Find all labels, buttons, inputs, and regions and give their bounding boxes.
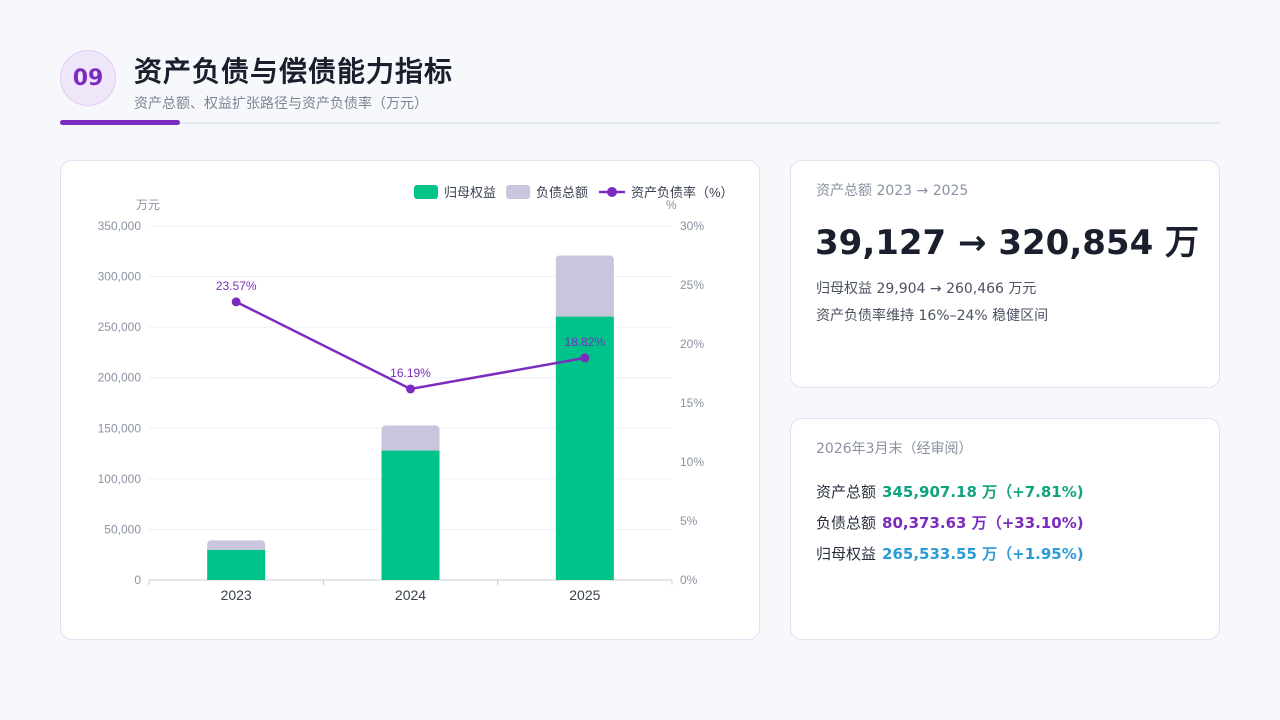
y-tick-label: 50,000 xyxy=(104,522,141,536)
detail-row-name: 归母权益 xyxy=(816,545,877,563)
bars xyxy=(207,255,614,580)
detail-row-value: 345,907.18 万（+7.81%) xyxy=(882,483,1084,501)
detail-row-name: 资产总额 xyxy=(816,483,877,501)
detail-row-assets: 资产总额 345,907.18 万（+7.81%) xyxy=(816,481,1084,502)
detail-row-name: 负债总额 xyxy=(816,514,877,532)
x-tick-label: 2025 xyxy=(569,587,600,603)
y-tick-label: 250,000 xyxy=(98,320,142,334)
y-tick-label: 200,000 xyxy=(98,371,142,385)
y-axis-title: 万元 xyxy=(136,198,160,212)
chart-card: 0 50,000 100,000 150,000 200,000 250,000 300,0… xyxy=(60,160,760,640)
detail-row-value: 80,373.63 万（+33.10%) xyxy=(882,514,1084,532)
kpi-value: 39,127 → 320,854 万 xyxy=(815,223,1200,263)
detail-row-liabilities: 负债总额 80,373.63 万（+33.10%) xyxy=(816,512,1084,533)
legend-swatch-liabilities xyxy=(506,185,530,199)
y2-tick-label: 5% xyxy=(680,514,698,528)
ratio-point xyxy=(580,353,590,363)
x-tick-label: 2023 xyxy=(221,587,252,603)
ratio-data-label: 18.82% xyxy=(564,335,605,349)
page-subtitle: 资产总额、权益扩张路径与资产负债率（万元） xyxy=(134,96,428,112)
y2-tick-label: 30% xyxy=(680,219,704,233)
kpi-label: 资产总额 2023 → 2025 xyxy=(816,183,969,199)
audited-summary-card: 2026年3月末（经审阅） 资产总额 345,907.18 万（+7.81%) 负… xyxy=(790,418,1220,640)
y2-tick-label: 20% xyxy=(680,337,704,351)
y2-tick-label: 15% xyxy=(680,396,704,410)
ratio-line: 23.57% 16.19% 18.82% xyxy=(216,279,606,394)
legend-swatch-equity xyxy=(414,185,438,199)
y-tick-label: 150,000 xyxy=(98,421,142,435)
header-divider xyxy=(60,122,1220,124)
y2-tick-label: 25% xyxy=(680,278,704,292)
ratio-point xyxy=(231,297,241,307)
ratio-point xyxy=(406,384,415,394)
x-tick-label: 2024 xyxy=(395,587,426,603)
detail-label: 2026年3月末（经审阅） xyxy=(816,441,973,457)
section-number-badge: 09 xyxy=(60,50,116,106)
y-tick-label: 0 xyxy=(134,573,141,587)
bar-liabilities-join xyxy=(555,312,614,317)
combo-chart: 0 50,000 100,000 150,000 200,000 250,000 300,0… xyxy=(98,185,734,603)
bar-liabilities-join xyxy=(207,545,266,550)
bar-equity xyxy=(207,549,266,580)
chart-legend: 归母权益 负债总额 资产负债率（%） xyxy=(414,185,734,200)
bar-liabilities-join xyxy=(381,446,440,451)
y-tick-label: 300,000 xyxy=(98,270,142,284)
detail-row-value: 265,533.55 万（+1.95%) xyxy=(882,545,1084,563)
ratio-data-label: 16.19% xyxy=(390,366,431,380)
header-divider-accent xyxy=(60,120,180,125)
legend-label-ratio: 资产负债率（%） xyxy=(631,185,734,200)
y-tick-label: 350,000 xyxy=(98,219,142,233)
y-tick-label: 100,000 xyxy=(98,472,142,486)
page-title: 资产负债与偿债能力指标 xyxy=(134,55,454,88)
legend-label-equity: 归母权益 xyxy=(444,185,496,200)
total-assets-card: 资产总额 2023 → 2025 39,127 → 320,854 万 归母权益… xyxy=(790,160,1220,388)
kpi-ratio-line: 资产负债率维持 16%–24% 稳健区间 xyxy=(816,308,1049,324)
y2-tick-label: 0% xyxy=(680,573,698,587)
kpi-equity-line: 归母权益 29,904 → 260,466 万元 xyxy=(816,281,1037,297)
y2-tick-label: 10% xyxy=(680,455,704,469)
detail-row-equity: 归母权益 265,533.55 万（+1.95%) xyxy=(816,543,1084,564)
legend-label-liabilities: 负债总额 xyxy=(536,185,588,200)
bar-liabilities xyxy=(555,255,614,317)
legend-marker-ratio xyxy=(607,187,617,197)
ratio-data-label: 23.57% xyxy=(216,279,257,293)
y2-axis-title: % xyxy=(666,198,677,212)
bar-equity xyxy=(381,450,440,580)
